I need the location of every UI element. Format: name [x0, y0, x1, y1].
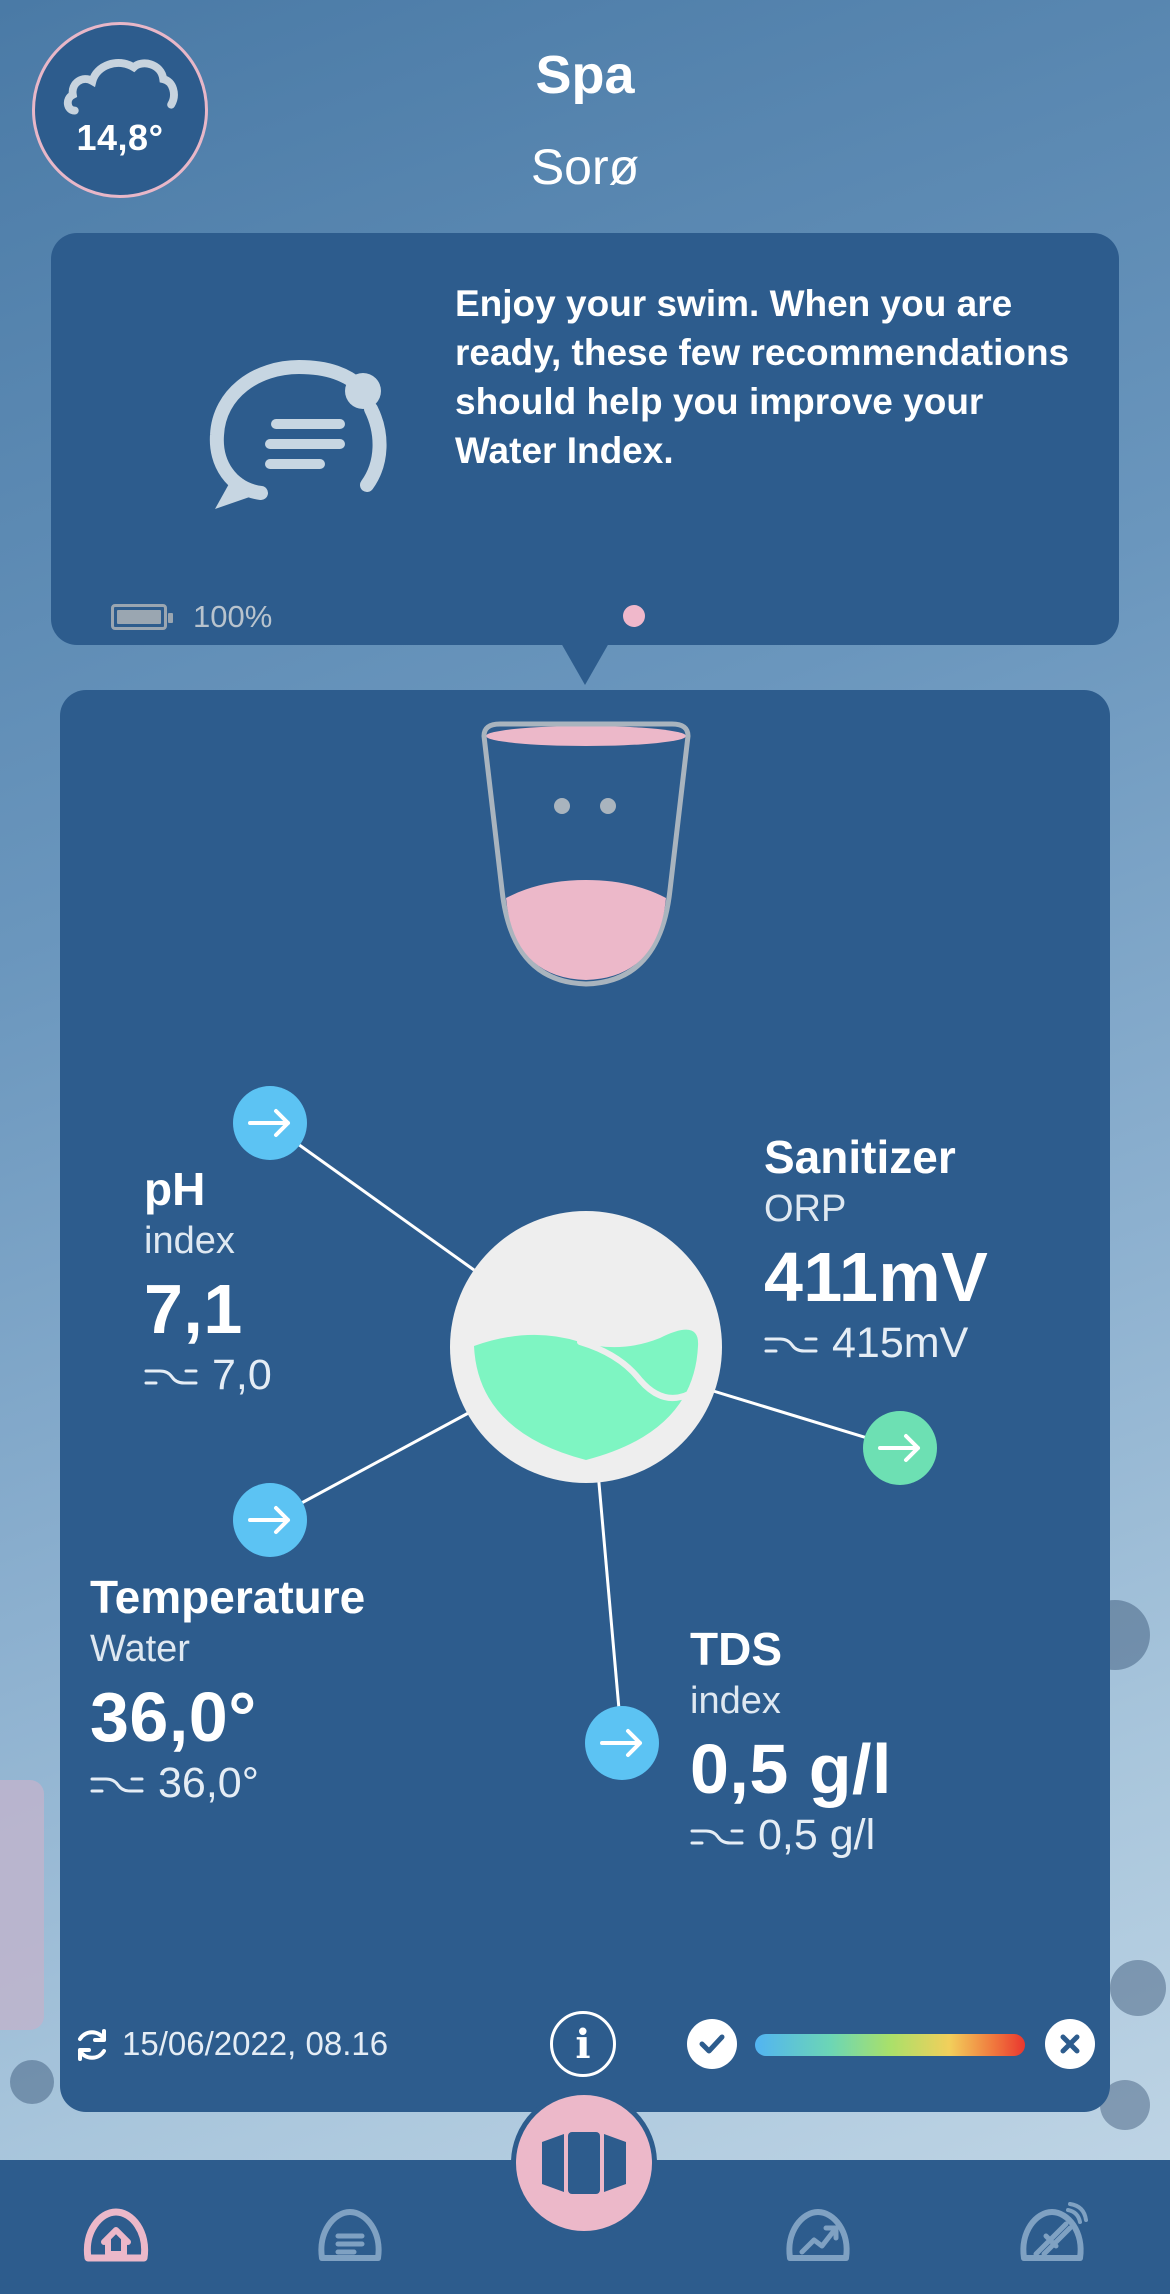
temperature-title: Temperature — [90, 1571, 366, 1623]
sanitizer-previous: 415mV — [764, 1319, 988, 1368]
temperature-previous: 36,0° — [90, 1759, 365, 1808]
trend-wave-icon — [764, 1337, 818, 1352]
temperature-details-button[interactable] — [233, 1483, 307, 1557]
battery-icon — [111, 604, 173, 630]
ph-details-button[interactable] — [233, 1086, 307, 1160]
sanitizer-subtitle: ORP — [764, 1188, 847, 1230]
ph-subtitle: index — [144, 1220, 235, 1262]
refresh-icon[interactable] — [72, 2025, 112, 2065]
location-name: Sorø — [530, 139, 640, 195]
floating-device-illustration — [481, 721, 691, 987]
page-title: Spa — [535, 45, 635, 105]
arrow-right-icon — [248, 1506, 290, 1534]
background-bubble — [1110, 1960, 1166, 2016]
nav-home[interactable] — [76, 2194, 156, 2274]
tds-connector — [596, 1471, 624, 1744]
remote-settings-icon — [1020, 2202, 1088, 2261]
arrow-right-icon — [248, 1109, 290, 1137]
water-index-card: pH index 7,1 7,0 Sanitizer ORP 411mV 415… — [60, 690, 1110, 2112]
pager-dot[interactable] — [623, 605, 645, 627]
battery-percentage: 100% — [193, 599, 273, 634]
temperature-value: 36,0° — [90, 1678, 257, 1756]
side-drawer-handle[interactable] — [0, 1780, 44, 2030]
battery-status: 100% — [111, 599, 272, 635]
device-button[interactable] — [511, 2090, 657, 2236]
ph-value: 7,1 — [144, 1270, 243, 1348]
info-icon: i — [575, 2020, 591, 2068]
ph-connector — [269, 1122, 475, 1272]
sanitizer-title: Sanitizer — [764, 1131, 956, 1183]
tds-subtitle: index — [690, 1680, 781, 1722]
tds-reading: TDS index 0,5 g/l 0,5 g/l — [690, 1622, 892, 1860]
message-tail — [561, 643, 609, 685]
nav-trends[interactable] — [778, 2194, 858, 2274]
trend-wave-icon — [90, 1777, 144, 1792]
messages-icon — [318, 2209, 382, 2261]
trend-icon — [786, 2209, 850, 2261]
info-button[interactable]: i — [550, 2011, 616, 2077]
arrow-right-icon — [600, 1729, 642, 1757]
tds-details-button[interactable] — [585, 1706, 659, 1780]
trend-wave-icon — [690, 1829, 744, 1844]
nav-messages[interactable] — [310, 2194, 390, 2274]
temperature-subtitle: Water — [90, 1628, 190, 1670]
background-bubble — [10, 2060, 54, 2104]
ph-reading: pH index 7,1 7,0 — [144, 1162, 272, 1400]
sanitizer-details-button[interactable] — [863, 1411, 937, 1485]
tds-value: 0,5 g/l — [690, 1730, 892, 1808]
tds-previous: 0,5 g/l — [690, 1811, 892, 1860]
tds-title: TDS — [690, 1623, 782, 1675]
chat-gauge-icon — [209, 359, 387, 509]
ph-previous: 7,0 — [144, 1351, 272, 1400]
close-icon[interactable] — [1045, 2019, 1095, 2069]
ph-title: pH — [144, 1163, 206, 1215]
temperature-previous-value: 36,0° — [158, 1759, 259, 1807]
water-globe — [450, 1211, 722, 1483]
water-index-scale — [755, 2034, 1025, 2056]
home-icon — [83, 2208, 149, 2262]
sanitizer-reading: Sanitizer ORP 411mV 415mV — [764, 1130, 988, 1368]
battery-level-fill — [117, 610, 161, 624]
temperature-reading: Temperature Water 36,0° 36,0° — [90, 1570, 365, 1808]
recommendation-card[interactable]: Enjoy your swim. When you are ready, the… — [51, 233, 1119, 645]
arrow-right-icon — [878, 1434, 920, 1462]
recommendation-text: Enjoy your swim. When you are ready, the… — [455, 283, 1070, 471]
trend-wave-icon — [144, 1369, 198, 1384]
nav-remote-settings[interactable] — [1012, 2194, 1092, 2274]
check-icon[interactable] — [687, 2019, 737, 2069]
water-diagram — [269, 721, 901, 1744]
sanitizer-value: 411mV — [764, 1238, 989, 1316]
last-updated-timestamp: 15/06/2022, 08.16 — [122, 2025, 389, 2062]
ph-previous-value: 7,0 — [212, 1351, 272, 1399]
tds-previous-value: 0,5 g/l — [758, 1811, 876, 1859]
card-footer: 15/06/2022, 08.16 i — [60, 2007, 1110, 2081]
sanitizer-previous-value: 415mV — [832, 1319, 969, 1367]
floating-device-icon — [542, 2132, 626, 2194]
